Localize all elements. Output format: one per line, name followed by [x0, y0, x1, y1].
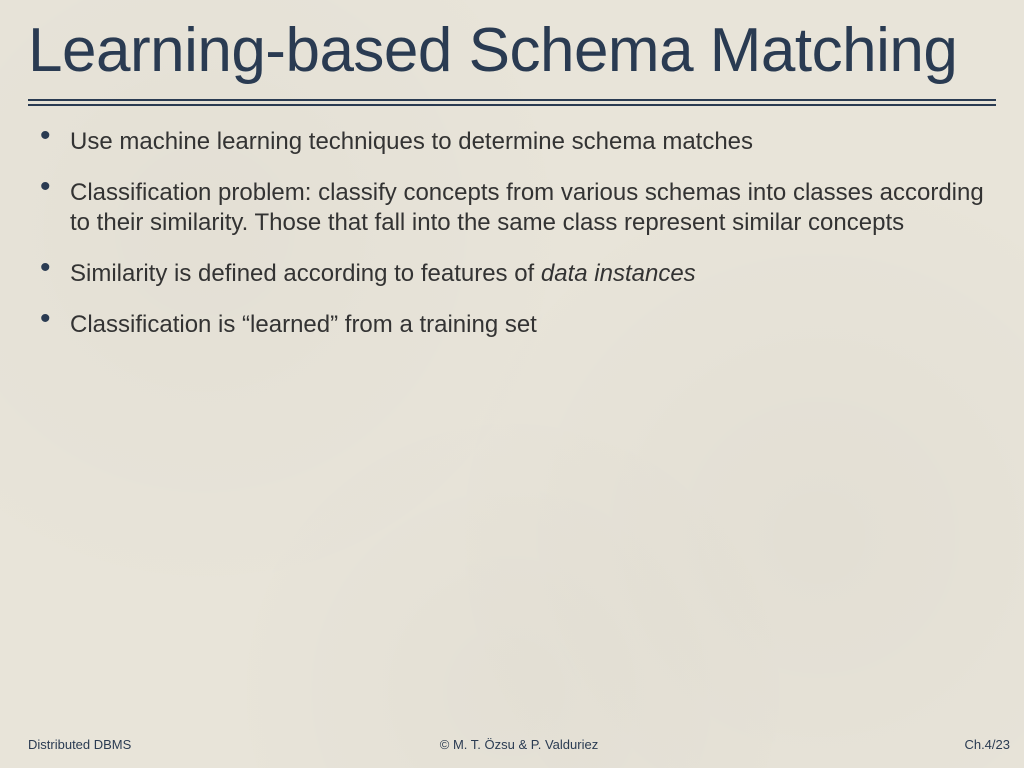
footer-center: © M. T. Özsu & P. Valduriez — [440, 737, 598, 752]
footer-left: Distributed DBMS — [28, 737, 131, 752]
bullet-text: Classification is “learned” from a train… — [70, 311, 537, 338]
bullet-text-prefix: Similarity is defined according to featu… — [70, 260, 541, 287]
content-area: Use machine learning techniques to deter… — [28, 127, 996, 341]
title-divider — [28, 99, 996, 105]
bullet-item: Similarity is defined according to featu… — [34, 259, 986, 290]
slide-title: Learning-based Schema Matching — [28, 18, 996, 85]
bullet-list: Use machine learning techniques to deter… — [34, 127, 986, 341]
bullet-text-italic: data instances — [541, 260, 696, 287]
bullet-text: Classification problem: classify concept… — [70, 179, 984, 237]
bullet-item: Classification problem: classify concept… — [34, 178, 986, 239]
bullet-text: Use machine learning techniques to deter… — [70, 128, 753, 155]
footer: Distributed DBMS © M. T. Özsu & P. Valdu… — [28, 737, 1010, 752]
bullet-item: Use machine learning techniques to deter… — [34, 127, 986, 158]
slide: Learning-based Schema Matching Use machi… — [0, 0, 1024, 768]
footer-page-number: Ch.4/23 — [964, 737, 1010, 752]
bullet-item: Classification is “learned” from a train… — [34, 310, 986, 341]
